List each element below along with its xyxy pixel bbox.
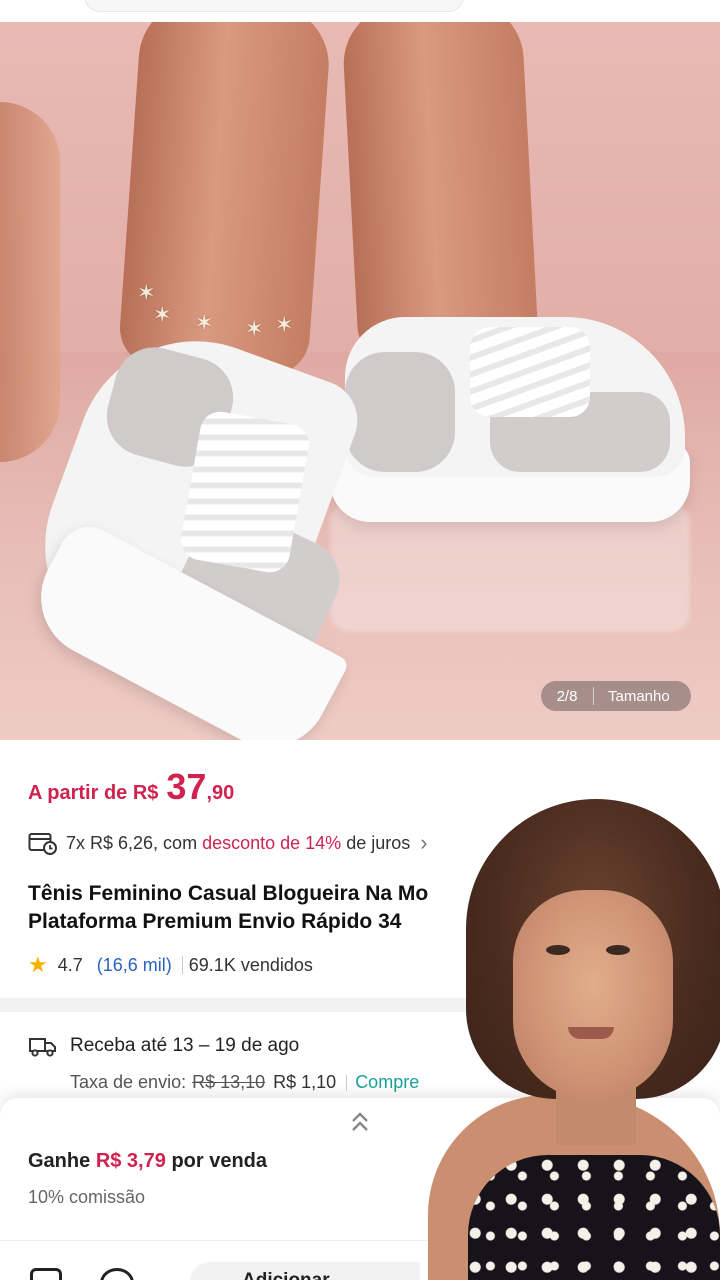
shoe-right-laces (470, 327, 590, 417)
top-bar (0, 0, 720, 22)
expand-up-icon[interactable] (348, 1110, 372, 1136)
shipping-promo-link[interactable]: Compre (355, 1072, 419, 1093)
price-prefix: A partir de R$ (28, 782, 159, 804)
image-leg-right (340, 22, 540, 367)
presenter-face (513, 890, 673, 1100)
delivery-date: Receba até 13 – 19 de ago (70, 1035, 300, 1056)
shipping-fee-new: R$ 1,10 (273, 1072, 337, 1092)
commission-rate: 10% comissão (28, 1187, 146, 1207)
installment-text: 7x R$ 6,26, com (66, 832, 198, 853)
shipping-fee-old: R$ 13,10 (192, 1072, 266, 1092)
installment-discount: desconto de 14% (202, 832, 342, 853)
rating-score: 4.7 (57, 954, 83, 975)
presenter-eye (606, 945, 630, 955)
store-icon[interactable] (30, 1268, 62, 1280)
price-row: A partir de R$ 37 ,90 (28, 766, 234, 808)
delivery-truck-icon (29, 1038, 56, 1057)
anklet: ✶ ✶ ✶ ✶ ✶ (135, 280, 295, 364)
star-charm-icon: ✶ (245, 316, 264, 341)
fee-divider (346, 1074, 348, 1091)
presenter-eye (546, 945, 570, 955)
image-counter: 2/8 (556, 687, 578, 705)
presenter-dress (468, 1155, 720, 1280)
earn-row: Ganhe R$ 3,79 por venda (28, 1150, 267, 1173)
earn-prefix: Ganhe (28, 1150, 91, 1172)
image-counter-badge[interactable]: 2/8 Tamanho (541, 681, 691, 711)
star-charm-icon: ✶ (137, 280, 156, 305)
rating-divider (181, 956, 183, 974)
installment-calendar-icon (28, 833, 57, 855)
product-image[interactable]: ✶ ✶ ✶ ✶ ✶ (0, 22, 720, 740)
earn-amount: R$ 3,79 (95, 1150, 166, 1172)
image-knee (0, 102, 60, 462)
price-decimal: ,90 (206, 782, 235, 804)
star-charm-icon: ✶ (275, 312, 294, 337)
rating-row[interactable]: ★ 4.7 (16,6 mil) 69.1K vendidos (28, 952, 313, 978)
shipping-fee-row: Taxa de envio: R$ 13,10 R$ 1,10 Compre (70, 1072, 419, 1093)
review-count-link[interactable]: (16,6 mil) (97, 955, 172, 976)
star-charm-icon: ✶ (153, 302, 172, 327)
delivery-row[interactable]: Receba até 13 – 19 de ago (28, 1034, 299, 1058)
size-link[interactable]: Tamanho (594, 688, 670, 705)
star-charm-icon: ✶ (195, 310, 214, 335)
installments-row[interactable]: 7x R$ 6,26, com desconto de 14% de juros… (28, 830, 428, 856)
presenter-video-overlay (418, 795, 720, 1280)
installment-suffix: de juros (346, 832, 411, 853)
shipping-fee-label: Taxa de envio: (70, 1072, 187, 1092)
earn-suffix: por venda (171, 1150, 268, 1172)
search-bar[interactable] (84, 0, 464, 12)
star-icon: ★ (28, 952, 48, 977)
add-button[interactable]: Adicionar (190, 1262, 420, 1280)
shoe-right-panel (345, 352, 455, 472)
presenter-mouth (568, 1027, 614, 1039)
sold-count: 69.1K vendidos (188, 954, 313, 975)
price-integer: 37 (166, 766, 207, 807)
